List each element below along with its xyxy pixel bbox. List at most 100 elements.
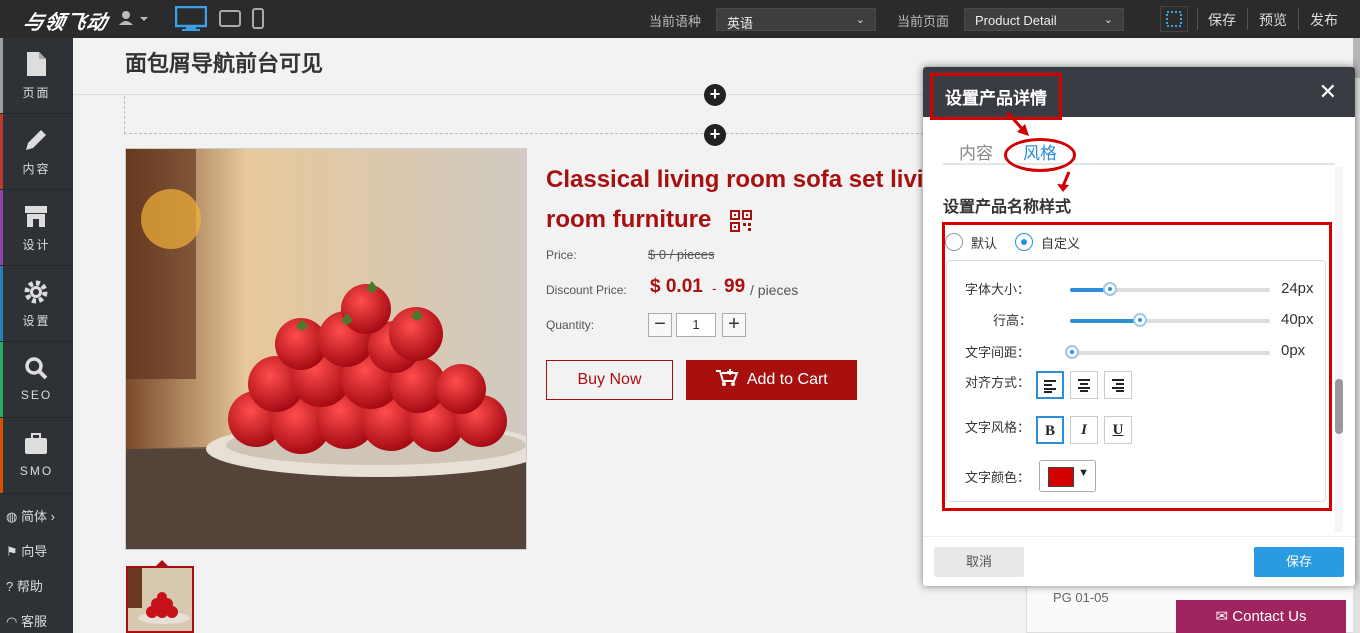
discount-price-max: 99 xyxy=(724,276,746,297)
sidebar-item-page[interactable]: 页面 xyxy=(0,38,73,114)
save-button[interactable]: 保存 xyxy=(1208,10,1236,30)
strawberry-thumbnail-image xyxy=(128,568,192,631)
drop-zone[interactable] xyxy=(124,96,924,134)
slider-knob[interactable] xyxy=(1065,345,1079,359)
sidebar-item-design[interactable]: 设计 xyxy=(0,190,73,266)
breadcrumb-title: 面包屑导航前台可见 xyxy=(125,51,324,76)
discount-price-label: Discount Price: xyxy=(546,283,627,297)
discount-price-unit: / pieces xyxy=(750,282,799,298)
sidebar-accent-bar xyxy=(0,342,3,417)
pg-text: PG 01-05 xyxy=(1053,590,1109,605)
cancel-button[interactable]: 取消 xyxy=(934,547,1024,577)
top-bar: 与领飞动 当前语种 英语 ⌄ 当前页面 Product Detail ⌄ 保存 … xyxy=(0,0,1360,38)
dialog-header: 设置产品详情 ✕ xyxy=(923,67,1355,120)
page-select-value: Product Detail xyxy=(975,13,1057,28)
flag-icon: ⚑ xyxy=(6,544,18,559)
quantity-label: Quantity: xyxy=(546,318,595,332)
headset-icon: ◠ xyxy=(6,614,18,629)
sidebar-item-label: SEO xyxy=(20,388,53,402)
slider-knob[interactable] xyxy=(1103,282,1117,296)
qr-code-icon[interactable] xyxy=(730,209,752,232)
divider xyxy=(73,94,923,95)
product-title-line: room furniture xyxy=(546,206,712,233)
briefcase-icon xyxy=(25,433,47,454)
sidebar-support-label: 客服 xyxy=(20,614,47,629)
sidebar-guide-label: 向导 xyxy=(21,544,48,559)
text-color-picker[interactable]: ▼ xyxy=(1039,460,1096,492)
sidebar-accent-bar xyxy=(0,190,3,265)
language-select[interactable]: 英语 ⌄ xyxy=(716,8,876,31)
align-right-button[interactable] xyxy=(1104,371,1132,399)
sidebar-language-label: 简体 › xyxy=(20,509,55,524)
sidebar-accent-bar xyxy=(0,266,3,341)
sidebar-item-seo[interactable]: SEO xyxy=(0,342,73,418)
slider-knob[interactable] xyxy=(1133,313,1147,327)
save-button[interactable]: 保存 xyxy=(1254,547,1344,577)
sidebar-accent-bar xyxy=(0,418,3,493)
phone-view-icon[interactable] xyxy=(250,6,266,32)
publish-button[interactable]: 发布 xyxy=(1310,10,1338,30)
color-swatch xyxy=(1048,467,1074,487)
add-to-cart-button[interactable]: Add to Cart xyxy=(686,360,857,400)
line-height-slider[interactable] xyxy=(1070,313,1270,327)
letter-spacing-slider[interactable] xyxy=(1065,345,1270,359)
sidebar-item-settings[interactable]: 设置 xyxy=(0,266,73,342)
slider-fill xyxy=(1070,319,1138,323)
quantity-decrease-button[interactable]: − xyxy=(648,313,672,337)
align-right-icon xyxy=(1112,379,1124,392)
align-center-icon xyxy=(1078,379,1090,392)
sidebar-item-label: 内容 xyxy=(22,162,51,176)
add-to-cart-label: Add to Cart xyxy=(746,371,828,388)
sidebar-item-label: 设置 xyxy=(22,314,51,328)
logo: 与领飞动 xyxy=(21,12,110,34)
add-module-button[interactable]: + xyxy=(704,84,726,106)
sidebar-help[interactable]: ? 帮助 xyxy=(6,576,43,595)
sidebar-item-content[interactable]: 内容 xyxy=(0,114,73,190)
align-left-button[interactable] xyxy=(1036,371,1064,399)
buy-now-button[interactable]: Buy Now xyxy=(546,360,673,400)
globe-icon: ◍ xyxy=(6,509,18,524)
product-title[interactable]: Classical living room sofa set livi room… xyxy=(546,160,926,240)
quantity-increase-button[interactable]: + xyxy=(722,313,746,337)
user-menu-button[interactable] xyxy=(118,9,154,29)
page-select[interactable]: Product Detail ⌄ xyxy=(964,8,1124,31)
text-style-label: 文字风格： xyxy=(965,420,1031,435)
bold-button[interactable]: B xyxy=(1036,416,1064,444)
preview-button[interactable]: 预览 xyxy=(1259,10,1287,30)
align-left-icon xyxy=(1044,380,1056,393)
mail-icon: ✉ xyxy=(1215,608,1229,625)
strawberry-image xyxy=(126,149,526,549)
sidebar-item-label: 页面 xyxy=(22,86,51,100)
font-size-value: 24px xyxy=(1281,280,1314,297)
italic-button[interactable]: I xyxy=(1070,416,1098,444)
chevron-down-icon: ⌄ xyxy=(1103,14,1113,26)
align-center-button[interactable] xyxy=(1070,371,1098,399)
font-size-slider[interactable] xyxy=(1070,282,1270,296)
dialog-scrollbar-thumb[interactable] xyxy=(1335,379,1343,434)
contact-us-button[interactable]: ✉ Contact Us xyxy=(1176,600,1346,633)
sidebar-guide[interactable]: ⚑ 向导 xyxy=(6,541,47,560)
search-icon xyxy=(25,357,48,380)
close-icon[interactable]: ✕ xyxy=(1319,79,1337,105)
line-height-value: 40px xyxy=(1281,311,1314,328)
grid-icon xyxy=(1166,11,1182,27)
radio-custom[interactable] xyxy=(1015,233,1033,251)
tablet-view-icon[interactable] xyxy=(218,6,242,32)
letter-spacing-value: 0px xyxy=(1281,342,1306,359)
quantity-input[interactable]: 1 xyxy=(676,313,716,337)
radio-default[interactable] xyxy=(945,233,963,251)
sidebar-item-smo[interactable]: SMO xyxy=(0,418,73,494)
store-icon xyxy=(25,206,47,227)
product-thumbnail[interactable] xyxy=(126,566,194,633)
desktop-view-icon[interactable] xyxy=(175,6,207,32)
add-module-button[interactable]: + xyxy=(704,124,726,146)
underline-button[interactable]: U xyxy=(1104,416,1132,444)
line-height-label: 行高： xyxy=(993,313,1033,328)
sidebar-language[interactable]: ◍ 简体 › xyxy=(6,506,55,525)
dialog-scrollbar[interactable] xyxy=(1335,167,1343,532)
grid-toggle-button[interactable] xyxy=(1160,6,1188,32)
product-image[interactable] xyxy=(125,148,527,550)
dialog-title: 设置产品详情 xyxy=(930,73,1062,120)
tab-content[interactable]: 内容 xyxy=(959,139,993,164)
sidebar-support[interactable]: ◠ 客服 xyxy=(6,611,47,630)
